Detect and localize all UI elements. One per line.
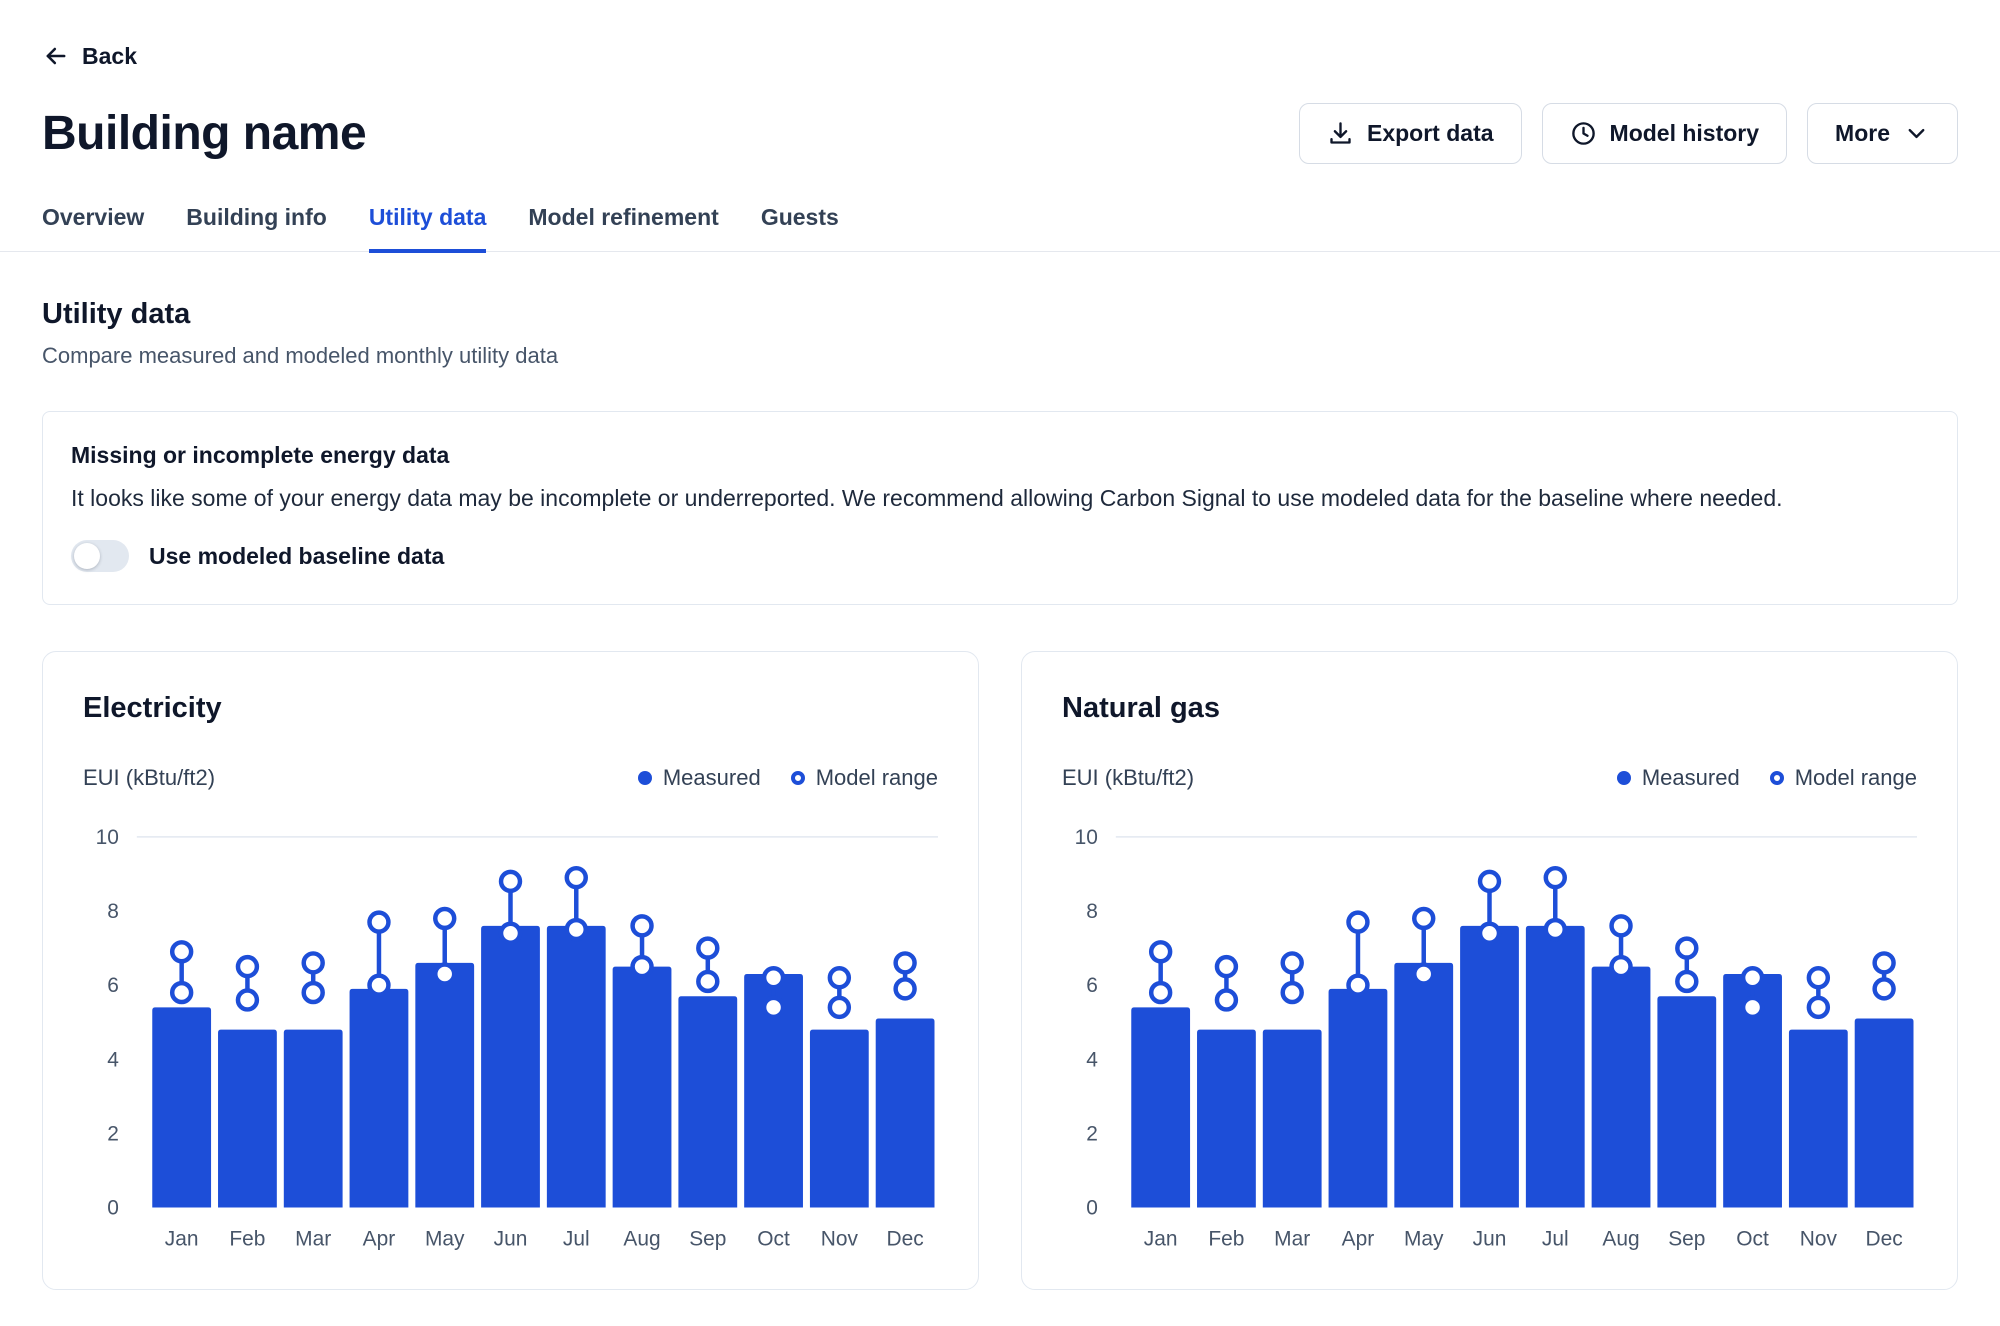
section-title: Utility data bbox=[42, 298, 1958, 331]
electricity-chart-card: Electricity EUI (kBtu/ft2) Measured Mode… bbox=[42, 651, 979, 1290]
electricity-chart: 0 2 4 6 8 10 Jan Feb Mar Apr May Jun Jul Aug Sep Oct Nov… bbox=[83, 801, 938, 1269]
tab-guests[interactable]: Guests bbox=[761, 204, 839, 253]
use-modeled-baseline-toggle[interactable] bbox=[71, 540, 129, 572]
toggle-knob bbox=[74, 543, 100, 569]
legend-measured-label: Measured bbox=[663, 765, 761, 791]
svg-text:4: 4 bbox=[107, 1048, 119, 1071]
model-range-ring-icon bbox=[791, 771, 805, 785]
toggle-row: Use modeled baseline data bbox=[71, 540, 1929, 572]
y-axis-label: EUI (kBtu/ft2) bbox=[83, 765, 215, 791]
alert-body: It looks like some of your energy data m… bbox=[71, 485, 1929, 512]
svg-text:Nov: Nov bbox=[1800, 1227, 1838, 1250]
toggle-label: Use modeled baseline data bbox=[149, 543, 444, 570]
chart-meta: EUI (kBtu/ft2) Measured Model range bbox=[1062, 765, 1917, 791]
more-button[interactable]: More bbox=[1807, 103, 1958, 164]
svg-text:Aug: Aug bbox=[623, 1227, 660, 1250]
model-range-ring-icon bbox=[1770, 771, 1784, 785]
svg-text:Oct: Oct bbox=[757, 1227, 790, 1250]
svg-text:Sep: Sep bbox=[1668, 1227, 1705, 1250]
model-history-label: Model history bbox=[1610, 120, 1760, 147]
more-label: More bbox=[1835, 120, 1890, 147]
export-data-button[interactable]: Export data bbox=[1299, 103, 1522, 164]
svg-text:10: 10 bbox=[96, 826, 119, 849]
y-axis-label: EUI (kBtu/ft2) bbox=[1062, 765, 1194, 791]
svg-text:4: 4 bbox=[1086, 1048, 1098, 1071]
page-title: Building name bbox=[42, 106, 366, 161]
svg-text:0: 0 bbox=[107, 1197, 119, 1220]
svg-text:6: 6 bbox=[1086, 974, 1098, 997]
legend-measured: Measured bbox=[638, 765, 761, 791]
header-actions: Export data Model history More bbox=[1299, 103, 1958, 164]
svg-text:Dec: Dec bbox=[887, 1227, 924, 1250]
svg-text:Jul: Jul bbox=[563, 1227, 590, 1250]
svg-text:Apr: Apr bbox=[363, 1227, 396, 1250]
svg-text:Mar: Mar bbox=[295, 1227, 331, 1250]
svg-text:Jan: Jan bbox=[165, 1227, 199, 1250]
svg-text:Jul: Jul bbox=[1542, 1227, 1569, 1250]
svg-text:Jun: Jun bbox=[494, 1227, 528, 1250]
chart-meta: EUI (kBtu/ft2) Measured Model range bbox=[83, 765, 938, 791]
svg-text:May: May bbox=[1404, 1227, 1444, 1250]
legend-model-range-label: Model range bbox=[1795, 765, 1917, 791]
measured-dot-icon bbox=[1617, 771, 1631, 785]
alert-title: Missing or incomplete energy data bbox=[71, 442, 1929, 469]
legend-measured-label: Measured bbox=[1642, 765, 1740, 791]
svg-text:6: 6 bbox=[107, 974, 119, 997]
utility-data-section-header: Utility data Compare measured and modele… bbox=[42, 298, 1958, 369]
chart-legend: Measured Model range bbox=[638, 765, 938, 791]
section-subtitle: Compare measured and modeled monthly uti… bbox=[42, 343, 1958, 369]
svg-text:10: 10 bbox=[1075, 826, 1098, 849]
model-history-button[interactable]: Model history bbox=[1542, 103, 1788, 164]
svg-text:2: 2 bbox=[107, 1122, 119, 1145]
svg-text:8: 8 bbox=[1086, 900, 1098, 923]
tab-building-info[interactable]: Building info bbox=[186, 204, 327, 253]
svg-text:Jun: Jun bbox=[1473, 1227, 1507, 1250]
svg-text:Oct: Oct bbox=[1736, 1227, 1769, 1250]
natural-gas-chart: 0 2 4 6 8 10 Jan Feb Mar Apr May Jun Jul Aug Sep Oct Nov… bbox=[1062, 801, 1917, 1269]
charts-grid: Electricity EUI (kBtu/ft2) Measured Mode… bbox=[42, 651, 1958, 1290]
svg-text:Feb: Feb bbox=[1208, 1227, 1244, 1250]
page: Back Building name Export data Model his… bbox=[0, 0, 2000, 1326]
measured-dot-icon bbox=[638, 771, 652, 785]
tabs: Overview Building info Utility data Mode… bbox=[42, 204, 1958, 251]
svg-text:May: May bbox=[425, 1227, 465, 1250]
legend-model-range: Model range bbox=[791, 765, 938, 791]
svg-text:Dec: Dec bbox=[1866, 1227, 1903, 1250]
svg-text:Aug: Aug bbox=[1602, 1227, 1639, 1250]
svg-text:Sep: Sep bbox=[689, 1227, 726, 1250]
tab-model-refinement[interactable]: Model refinement bbox=[528, 204, 718, 253]
svg-text:Nov: Nov bbox=[821, 1227, 859, 1250]
svg-text:2: 2 bbox=[1086, 1122, 1098, 1145]
svg-text:Mar: Mar bbox=[1274, 1227, 1310, 1250]
back-arrow-icon bbox=[42, 42, 70, 70]
missing-data-alert: Missing or incomplete energy data It loo… bbox=[42, 411, 1958, 605]
chart-title-natural-gas: Natural gas bbox=[1062, 692, 1917, 725]
svg-text:0: 0 bbox=[1086, 1197, 1098, 1220]
legend-measured: Measured bbox=[1617, 765, 1740, 791]
tab-utility-data[interactable]: Utility data bbox=[369, 204, 487, 253]
natural-gas-chart-card: Natural gas EUI (kBtu/ft2) Measured Mode… bbox=[1021, 651, 1958, 1290]
export-data-label: Export data bbox=[1367, 120, 1494, 147]
svg-text:Apr: Apr bbox=[1342, 1227, 1375, 1250]
svg-text:8: 8 bbox=[107, 900, 119, 923]
chart-title-electricity: Electricity bbox=[83, 692, 938, 725]
svg-text:Jan: Jan bbox=[1144, 1227, 1178, 1250]
back-label: Back bbox=[82, 43, 137, 70]
tab-overview[interactable]: Overview bbox=[42, 204, 144, 253]
svg-text:Feb: Feb bbox=[229, 1227, 265, 1250]
clock-icon bbox=[1570, 120, 1597, 147]
back-link[interactable]: Back bbox=[42, 42, 137, 70]
legend-model-range-label: Model range bbox=[816, 765, 938, 791]
download-icon bbox=[1327, 120, 1354, 147]
tab-bar: Overview Building info Utility data Mode… bbox=[0, 204, 2000, 252]
header: Building name Export data Model history … bbox=[42, 103, 1958, 164]
chart-legend: Measured Model range bbox=[1617, 765, 1917, 791]
chevron-down-icon bbox=[1903, 120, 1930, 147]
legend-model-range: Model range bbox=[1770, 765, 1917, 791]
